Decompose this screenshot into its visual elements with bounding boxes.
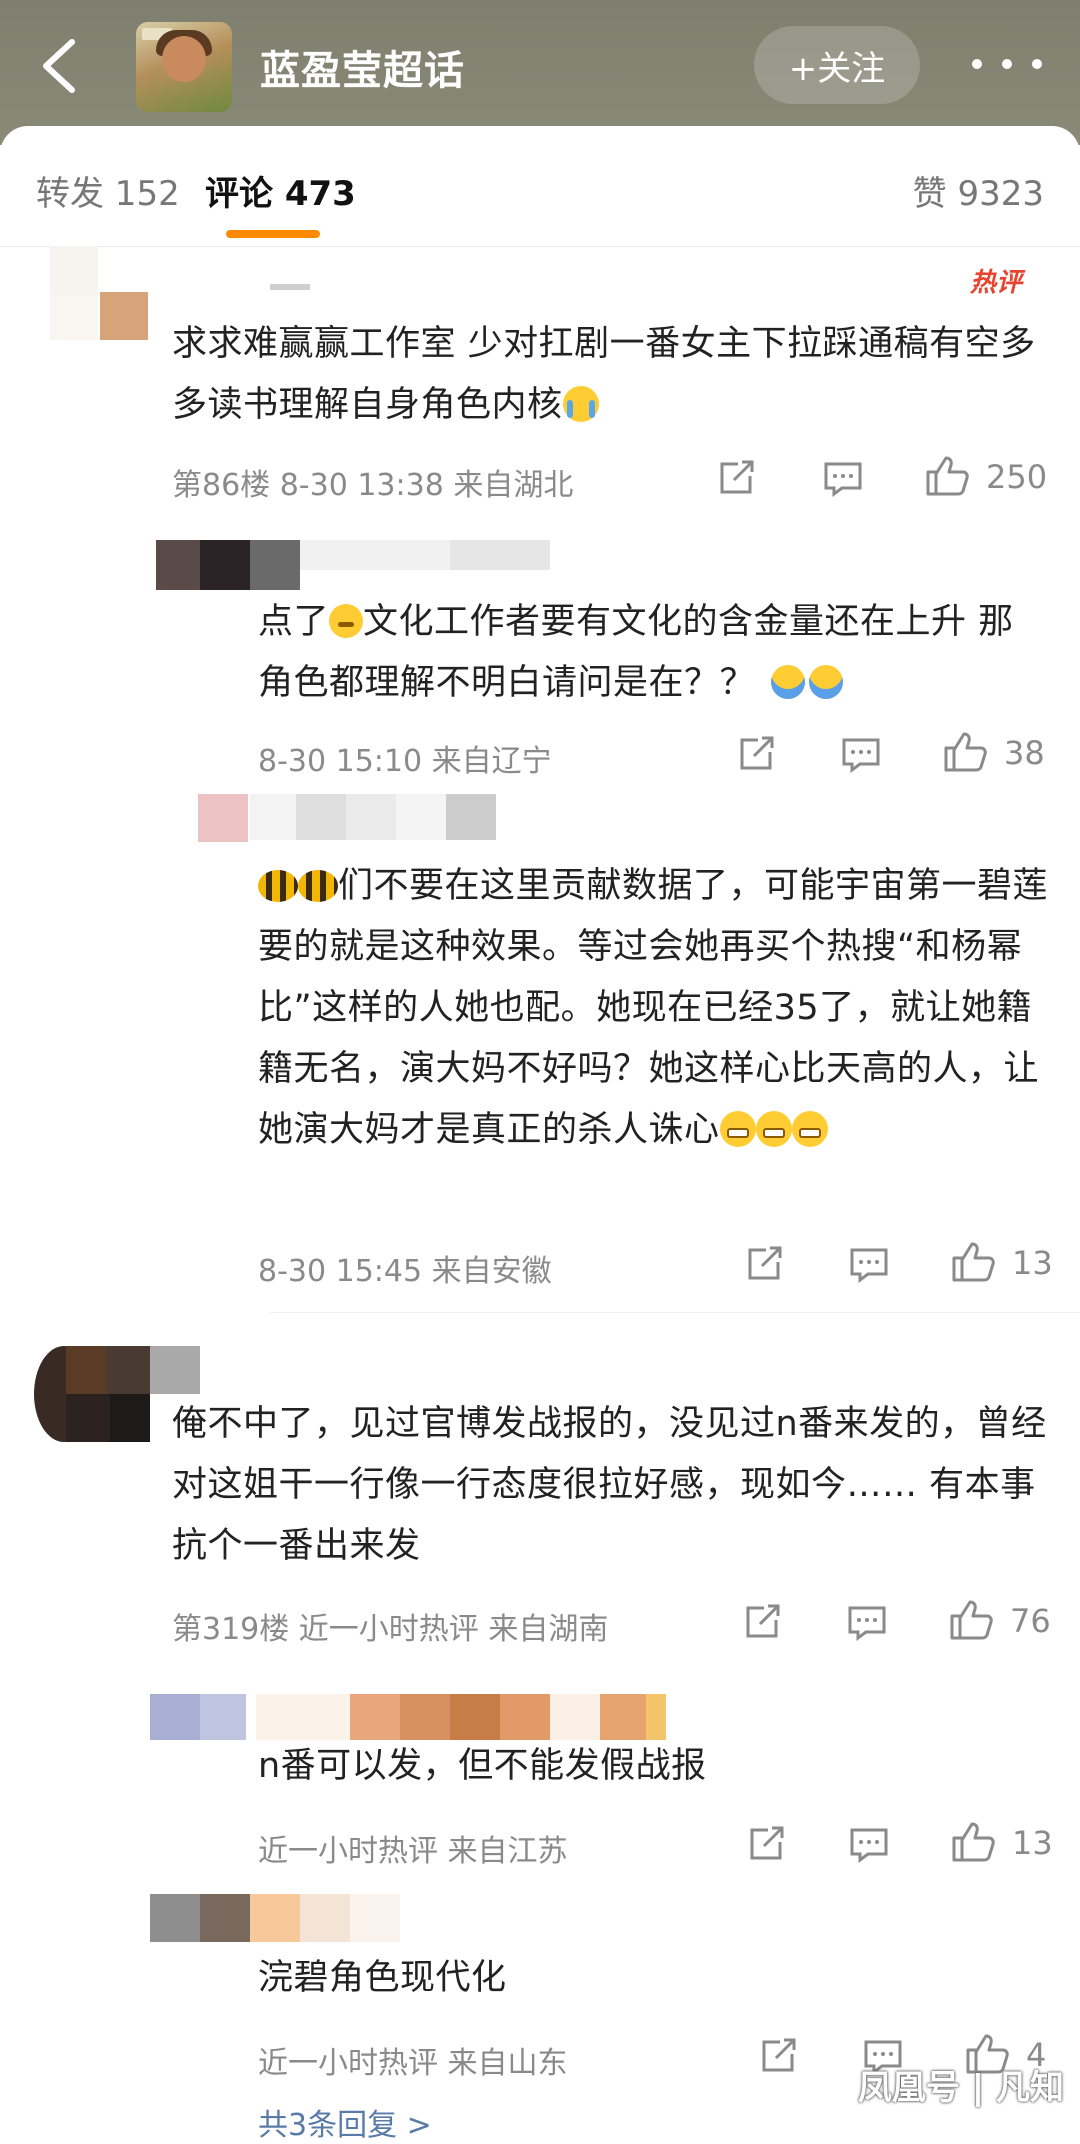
avatar-mosaic[interactable] <box>156 540 300 590</box>
comment-meta: 第86楼 8-30 13:38 来自湖北 <box>172 468 574 503</box>
thinking-emoji-icon <box>329 604 364 638</box>
like-icon[interactable] <box>950 1820 996 1864</box>
like-count: 76 <box>1010 1602 1051 1640</box>
comment-text: 们不要在这里贡献数据了，可能宇宙第一碧莲要的就是这种效果。等过会她再买个热搜“和… <box>258 866 1049 1150</box>
comment-meta: 近一小时热评 来自山东 <box>258 2046 568 2081</box>
comment-icon[interactable] <box>848 1824 890 1864</box>
comment-text: 点了 文化工作者要有文化的含金量还在上升 那角色都理解不明白请问是在？？ <box>258 602 1014 703</box>
username-mosaic <box>250 794 496 840</box>
comment-text: n番可以发，但不能发假战报 <box>258 1746 707 1786</box>
avatar-mosaic <box>66 1394 150 1442</box>
avatar-mosaic <box>50 294 98 340</box>
comment-icon[interactable] <box>822 458 864 498</box>
comment-text: 浣碧角色现代化 <box>258 1958 507 1998</box>
avatar-mosaic <box>100 292 148 340</box>
crying-emoji-icon <box>562 386 599 422</box>
watermark: 凤凰号 | 凡知 <box>857 2068 1064 2108</box>
like-icon[interactable] <box>950 1240 996 1284</box>
more-replies-link[interactable]: 共3条回复 > <box>258 2100 432 2144</box>
avatar-mosaic[interactable] <box>150 1894 250 1942</box>
grin-emoji-icon <box>755 1111 792 1147</box>
username-mosaic <box>256 1694 666 1740</box>
comment-icon[interactable] <box>846 1602 888 1642</box>
like-icon[interactable] <box>948 1598 994 1642</box>
avatar-mosaic[interactable] <box>150 1694 246 1740</box>
comment-text: 俺不中了，见过官博发战报的，没见过n番来发的，曾经对这姐干一行像一行态度很拉好感… <box>172 1404 1047 1566</box>
like-icon[interactable] <box>924 454 970 498</box>
comment-meta: 8-30 15:45 来自安徽 <box>258 1254 552 1289</box>
tab-repost[interactable]: 转发 152 <box>36 166 180 215</box>
avatar[interactable] <box>50 246 98 294</box>
divider <box>0 246 1080 247</box>
comment-text: 求求难赢赢工作室 少对扛剧一番女主下拉踩通稿有空多多读书理解自身角色内核 <box>172 324 1036 425</box>
share-icon[interactable] <box>744 1244 786 1284</box>
grin-emoji-icon <box>791 1111 828 1147</box>
like-count: 13 <box>1012 1244 1053 1282</box>
tab-likes[interactable]: 赞 9323 <box>913 166 1044 215</box>
emoji-icon <box>770 665 805 699</box>
tab-comments[interactable]: 评论 473 <box>205 166 356 215</box>
like-count: 250 <box>986 458 1048 496</box>
comment-meta: 近一小时热评 来自江苏 <box>258 1834 568 1869</box>
avatar-mosaic[interactable] <box>198 794 248 842</box>
hot-comment-badge: 热评 <box>970 268 1023 298</box>
share-icon[interactable] <box>736 734 778 774</box>
share-icon[interactable] <box>742 1602 784 1642</box>
back-button[interactable] <box>30 28 90 104</box>
emoji-icon <box>808 665 843 699</box>
username-mosaic <box>300 540 550 570</box>
like-icon[interactable] <box>942 730 988 774</box>
chevron-left-icon <box>43 39 75 93</box>
username-mosaic <box>250 1894 400 1942</box>
topic-avatar[interactable] <box>136 22 232 112</box>
username-mosaic <box>270 284 310 290</box>
share-icon[interactable] <box>716 458 758 498</box>
bee-emoji-icon <box>298 870 338 902</box>
comment-icon[interactable] <box>840 734 882 774</box>
divider <box>270 1312 1080 1313</box>
comment-meta: 8-30 15:10 来自辽宁 <box>258 744 552 779</box>
share-icon[interactable] <box>758 2036 800 2076</box>
like-count: 13 <box>1012 1824 1053 1862</box>
avatar-mosaic <box>66 1346 200 1394</box>
grin-emoji-icon <box>719 1111 756 1147</box>
follow-button[interactable]: +关注 <box>754 26 920 104</box>
comment-meta: 第319楼 近一小时热评 来自湖南 <box>172 1612 609 1647</box>
like-count: 38 <box>1004 734 1045 772</box>
more-options-icon[interactable] <box>972 44 1042 84</box>
share-icon[interactable] <box>746 1824 788 1864</box>
comment-icon[interactable] <box>848 1244 890 1284</box>
bee-emoji-icon <box>258 870 298 902</box>
active-tab-indicator <box>226 230 320 238</box>
topic-title[interactable]: 蓝盈莹超话 <box>260 38 465 96</box>
